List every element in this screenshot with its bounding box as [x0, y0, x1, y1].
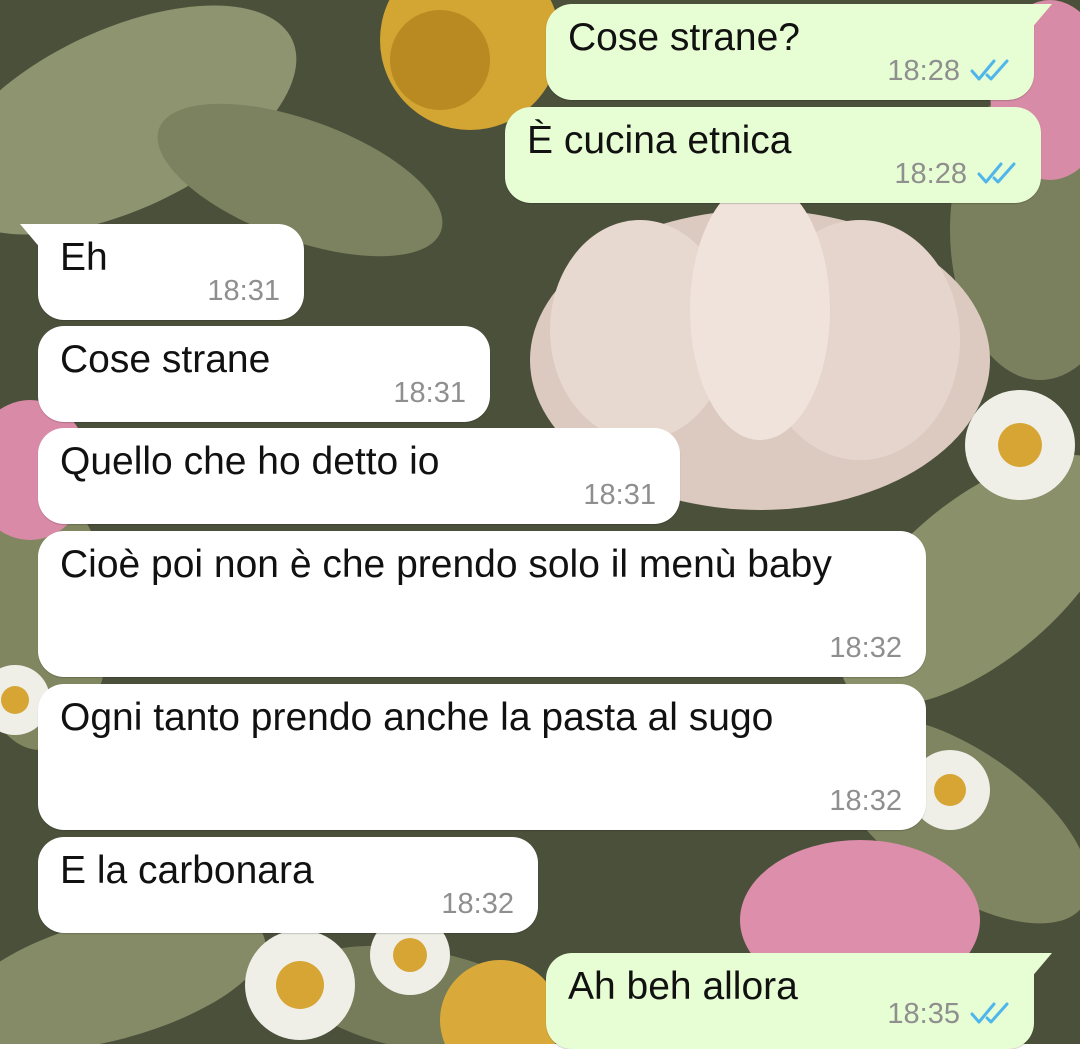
incoming-message[interactable]: Cioè poi non è che prendo solo il menù b… — [38, 531, 926, 677]
message-text: Ah beh allora — [568, 965, 798, 1008]
incoming-message[interactable]: Quello che ho detto io 18:31 — [38, 428, 680, 524]
message-text: Cioè poi non è che prendo solo il menù b… — [60, 543, 832, 586]
double-check-icon — [977, 162, 1016, 184]
message-text: È cucina etnica — [527, 119, 792, 162]
incoming-message[interactable]: Ogni tanto prendo anche la pasta al sugo… — [38, 684, 926, 830]
outgoing-message[interactable]: Cose strane? 18:28 — [546, 4, 1052, 100]
bubble-tail — [1022, 4, 1052, 30]
message-time: 18:28 — [887, 55, 960, 87]
message-text: Cose strane? — [568, 16, 800, 59]
message-text: Quello che ho detto io — [60, 440, 440, 483]
outgoing-message[interactable]: Ah beh allora 18:35 — [546, 953, 1052, 1049]
message-time: 18:31 — [583, 479, 656, 511]
incoming-message[interactable]: Eh 18:31 — [20, 224, 304, 320]
message-text: Cose strane — [60, 338, 271, 381]
bubble-tail — [20, 224, 50, 250]
message-list[interactable]: Cose strane? 18:28 È cucina etnica 18:28… — [0, 0, 1080, 1049]
message-time: 18:31 — [207, 275, 280, 307]
double-check-icon — [970, 1002, 1009, 1024]
bubble-tail — [1022, 953, 1052, 979]
message-text: Eh — [60, 236, 108, 279]
message-text: E la carbonara — [60, 849, 314, 892]
message-time: 18:32 — [829, 632, 902, 664]
message-time: 18:31 — [393, 377, 466, 409]
message-time: 18:32 — [441, 888, 514, 920]
message-time: 18:35 — [887, 998, 960, 1030]
message-text: Ogni tanto prendo anche la pasta al sugo — [60, 696, 774, 739]
incoming-message[interactable]: E la carbonara 18:32 — [38, 837, 538, 933]
double-check-icon — [970, 59, 1009, 81]
incoming-message[interactable]: Cose strane 18:31 — [38, 326, 490, 422]
message-time: 18:32 — [829, 785, 902, 817]
outgoing-message[interactable]: È cucina etnica 18:28 — [505, 107, 1041, 203]
message-time: 18:28 — [894, 158, 967, 190]
